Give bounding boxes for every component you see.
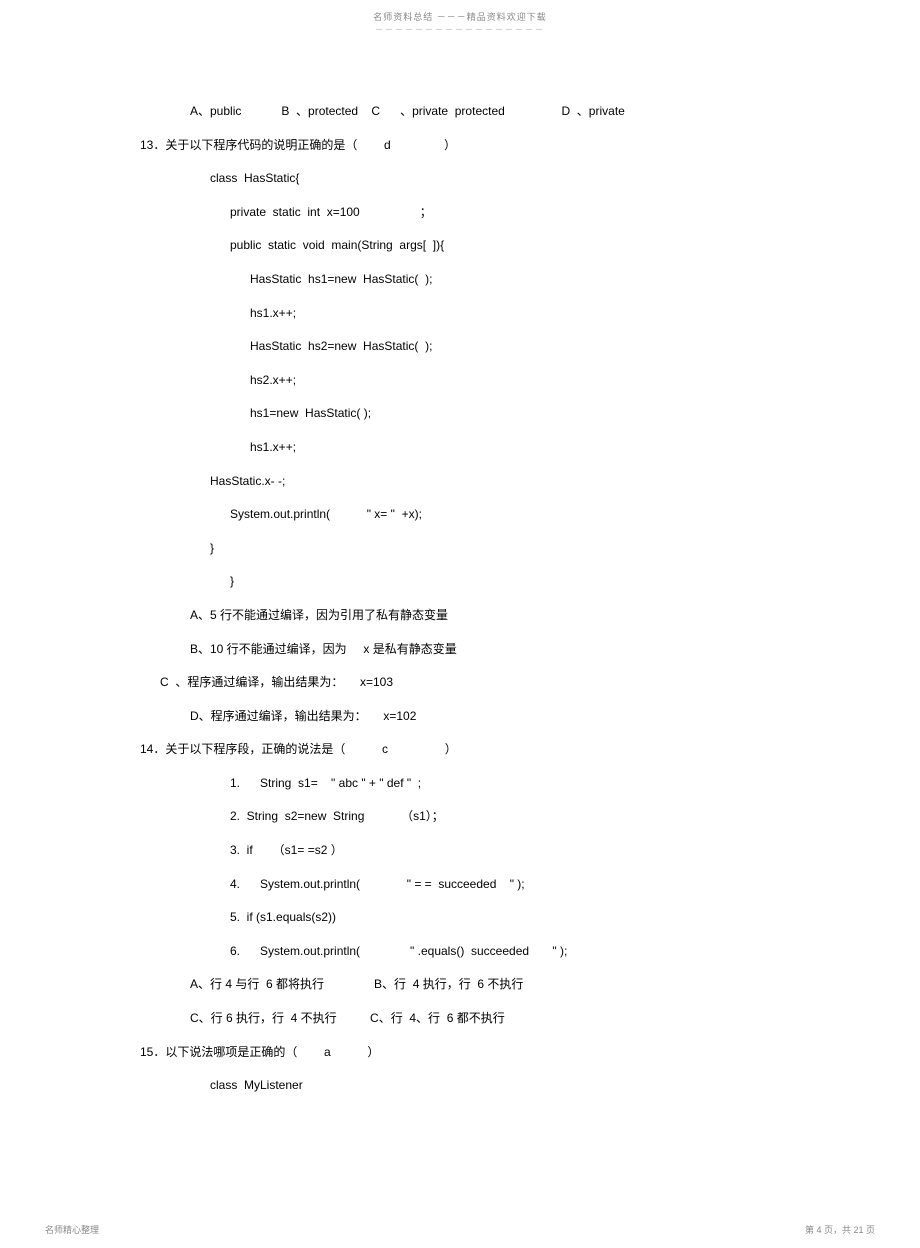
q14-code-l3: 3. if （s1= =s2 ） (130, 834, 790, 868)
q14-stem: 14．关于以下程序段，正确的说法是（ c ） (130, 733, 790, 767)
q13-stem: 13．关于以下程序代码的说明正确的是（ d ） (130, 129, 790, 163)
q13-code-l13: } (130, 565, 790, 599)
footer-right: 第 4 页，共 21 页 (805, 1223, 875, 1236)
q13-code-l11: System.out.println( " x= " +x); (130, 498, 790, 532)
q13-optC: C 、程序通过编译，输出结果为： x=103 (130, 666, 790, 700)
q13-optD: D、程序通过编译，输出结果为： x=102 (130, 700, 790, 734)
q13-code-l12: } (130, 532, 790, 566)
q14-code-l5: 5. if (s1.equals(s2)) (130, 901, 790, 935)
q13-code-l9: hs1.x++; (130, 431, 790, 465)
q13-code-l8: hs1=new HasStatic( ); (130, 397, 790, 431)
q13-optB: B、10 行不能通过编译，因为 x 是私有静态变量 (130, 633, 790, 667)
q14-optAB: A、行 4 与行 6 都将执行 B、行 4 执行，行 6 不执行 (130, 968, 790, 1002)
page-content: A、public B 、protected C 、private protect… (0, 35, 920, 1103)
header-text: 名师资料总结 －－－精品资料欢迎下载 (0, 10, 920, 23)
q13-code-l1: class HasStatic{ (130, 162, 790, 196)
page-header: 名师资料总结 －－－精品资料欢迎下载 －－－－－－－－－－－－－－－－－ (0, 0, 920, 35)
q14-code-l1: 1. String s1= " abc " + " def " ; (130, 767, 790, 801)
q14-code-l4: 4. System.out.println( " = = succeeded "… (130, 868, 790, 902)
q13-code-l7: hs2.x++; (130, 364, 790, 398)
q15-stem: 15．以下说法哪项是正确的（ a ） (130, 1036, 790, 1070)
q13-optA: A、5 行不能通过编译，因为引用了私有静态变量 (130, 599, 790, 633)
q14-code-l6: 6. System.out.println( " .equals() succe… (130, 935, 790, 969)
q13-code-l6: HasStatic hs2=new HasStatic( ); (130, 330, 790, 364)
header-dash: －－－－－－－－－－－－－－－－－ (0, 24, 920, 35)
q13-code-l10: HasStatic.x- -; (130, 465, 790, 499)
footer-left: 名师精心整理 (45, 1223, 99, 1236)
q13-code-l4: HasStatic hs1=new HasStatic( ); (130, 263, 790, 297)
q14-optCD: C、行 6 执行，行 4 不执行 C、行 4、行 6 都不执行 (130, 1002, 790, 1036)
q13-code-l2: private static int x=100 ； (130, 196, 790, 230)
q12-options: A、public B 、protected C 、private protect… (130, 95, 790, 129)
q14-code-l2: 2. String s2=new String （s1）； (130, 800, 790, 834)
q13-code-l5: hs1.x++; (130, 297, 790, 331)
q13-code-l3: public static void main(String args[ ]){ (130, 229, 790, 263)
q15-code-l1: class MyListener (130, 1069, 790, 1103)
